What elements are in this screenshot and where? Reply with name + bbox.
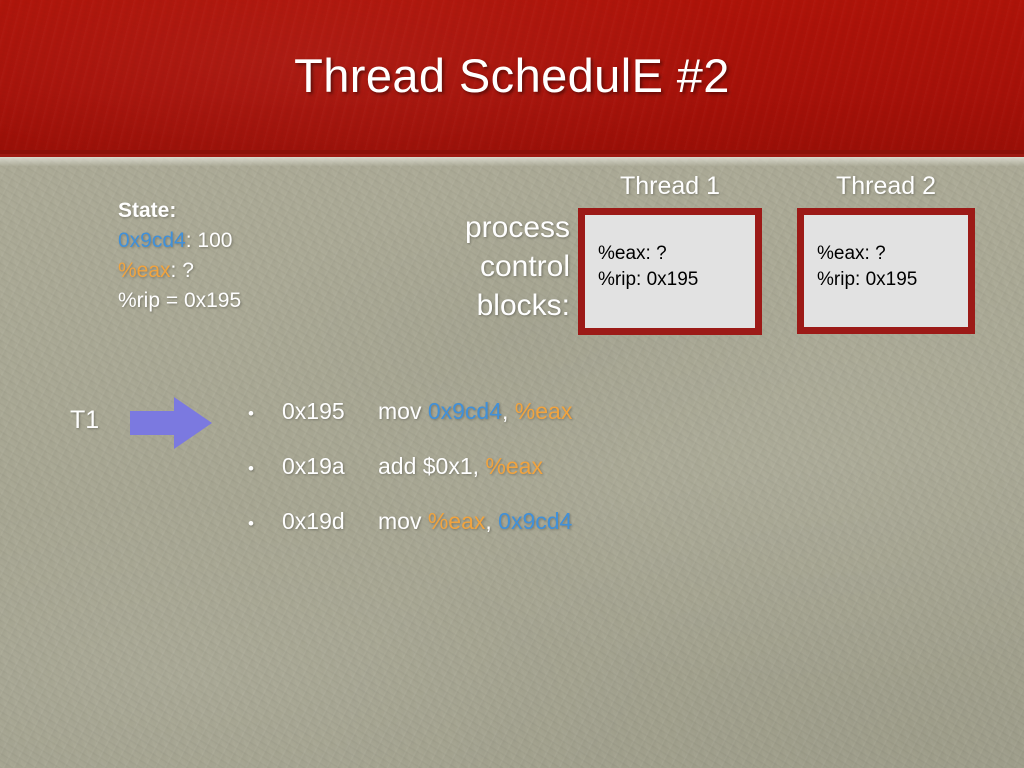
instruction-operand-1: 0x9cd4 <box>427 398 503 424</box>
pcb-label-line3: blocks: <box>476 289 570 322</box>
thread-2-eax: %eax: ? <box>817 243 886 264</box>
page-title: Thread SchedulE #2 <box>294 49 730 102</box>
instruction-body: mov %eax, 0x9cd4 <box>378 508 572 535</box>
instruction-operand-separator: , <box>502 398 515 424</box>
pcb-label-line1: process <box>464 211 570 244</box>
instruction-list: • 0x195 mov 0x9cd4, %eax • 0x19a add $0x1, %e… <box>248 398 808 563</box>
thread-2-header: Thread 2 <box>835 172 937 200</box>
thread-2-control-block: %eax: ? %rip: 0x195 <box>797 208 975 334</box>
instruction-operand-separator: , <box>485 508 499 534</box>
thread-1-header: Thread 1 <box>619 172 721 200</box>
instruction-row: • 0x19d mov %eax, 0x9cd4 <box>248 508 808 563</box>
instruction-address: 0x19d <box>282 508 345 534</box>
banner-highlight-strip <box>0 157 1024 166</box>
instruction-address: 0x19a <box>282 453 345 479</box>
state-memory-value: 100 <box>197 229 233 252</box>
instruction-bullet-icon: • <box>248 404 254 423</box>
instruction-bullet-icon: • <box>248 459 254 478</box>
instruction-mnemonic: mov <box>378 508 428 534</box>
instruction-row: • 0x195 mov 0x9cd4, %eax <box>248 398 808 453</box>
thread-1-rip: %rip: 0x195 <box>598 269 699 290</box>
instruction-mnemonic: mov <box>378 398 428 424</box>
instruction-body: add $0x1, %eax <box>378 453 543 480</box>
instruction-operand-2: %eax <box>485 453 543 479</box>
state-register-value: ? <box>182 259 194 282</box>
state-memory-separator: : <box>185 229 198 252</box>
thread-1-control-block: %eax: ? %rip: 0x195 <box>578 208 762 335</box>
instruction-body: mov 0x9cd4, %eax <box>378 398 572 425</box>
instruction-operand-2: 0x9cd4 <box>498 508 573 534</box>
instruction-operand-1: %eax <box>427 508 486 534</box>
state-register-separator: : <box>170 259 183 282</box>
current-thread-label: T1 <box>70 406 100 434</box>
pcb-label-line2: control <box>479 250 570 283</box>
state-memory-address: 0x9cd4 <box>118 229 186 252</box>
thread-2-rip: %rip: 0x195 <box>817 269 918 290</box>
instruction-operand-1: $0x1 <box>422 453 473 479</box>
process-control-blocks-label: process control blocks: <box>330 208 570 325</box>
instruction-operand-separator: , <box>472 453 486 479</box>
right-arrow-icon <box>130 397 212 449</box>
instruction-bullet-icon: • <box>248 514 254 533</box>
instruction-mnemonic: add <box>378 453 423 479</box>
instruction-address: 0x195 <box>282 398 345 424</box>
instruction-row: • 0x19a add $0x1, %eax <box>248 453 808 508</box>
state-register-name: %eax <box>118 259 171 282</box>
instruction-operand-2: %eax <box>514 398 573 424</box>
thread-1-eax: %eax: ? <box>598 243 667 264</box>
